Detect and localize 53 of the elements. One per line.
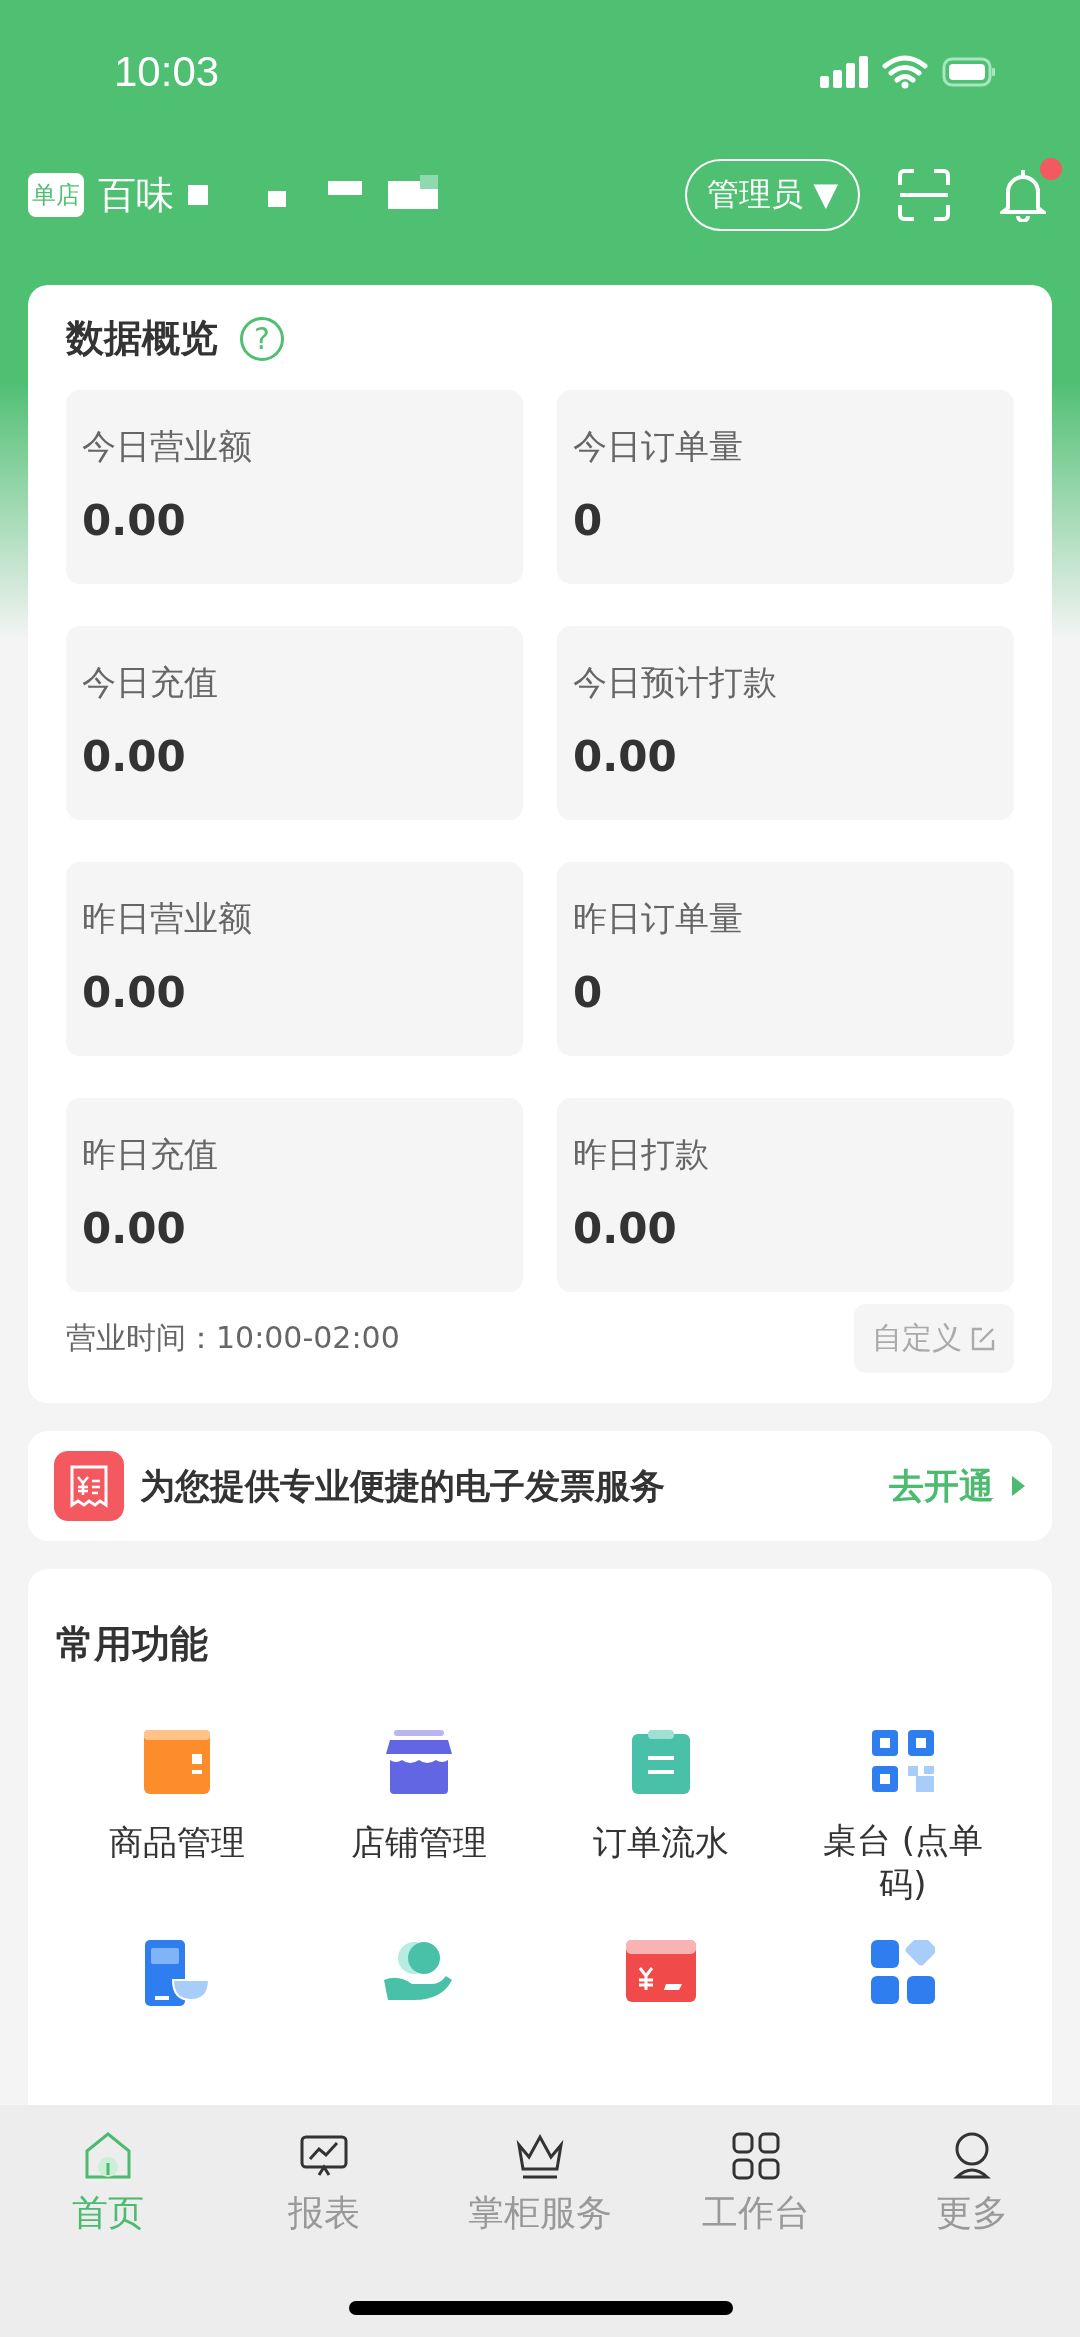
stat-value: 0.00 <box>573 732 677 781</box>
stat-tile[interactable]: 今日营业额 0.00 <box>66 390 523 584</box>
clipboard-icon[interactable] <box>632 1730 690 1794</box>
stat-value: 0.00 <box>82 968 186 1017</box>
stat-tile[interactable]: 昨日订单量 0 <box>557 862 1014 1056</box>
status-time: 10:03 <box>114 48 220 96</box>
stat-label: 今日营业额 <box>82 425 252 468</box>
stat-label: 昨日打款 <box>573 1133 709 1176</box>
business-hours: 营业时间：10:00-02:00 <box>66 1319 400 1357</box>
box-icon[interactable] <box>144 1730 210 1794</box>
store-tag: 单店 <box>28 173 84 217</box>
stat-tile[interactable]: 昨日充值 0.00 <box>66 1098 523 1292</box>
stat-tile[interactable]: 今日订单量 0 <box>557 390 1014 584</box>
stat-label: 昨日营业额 <box>82 897 252 940</box>
stat-value: 0.00 <box>573 1204 677 1253</box>
hand-coin-icon[interactable] <box>384 1940 454 2001</box>
scan-icon[interactable] <box>898 169 950 221</box>
stat-value: 0.00 <box>82 732 186 781</box>
stat-value: 0 <box>573 968 603 1017</box>
phone-bowl-icon[interactable] <box>145 1940 209 2007</box>
function-label[interactable]: 商品管理 <box>92 1820 262 1865</box>
apps-icon[interactable] <box>871 1940 935 2005</box>
banner-text: 为您提供专业便捷的电子发票服务 <box>140 1464 665 1508</box>
stat-tile[interactable]: 今日预计打款 0.00 <box>557 626 1014 820</box>
function-label[interactable]: 订单流水 <box>576 1820 746 1865</box>
notification-icon[interactable] <box>1000 168 1046 222</box>
edit-icon <box>970 1325 996 1352</box>
invoice-banner[interactable]: 为您提供专业便捷的电子发票服务 去开通 <box>28 1431 1052 1541</box>
function-label[interactable]: 店铺管理 <box>334 1820 504 1865</box>
stat-tile[interactable]: 昨日营业额 0.00 <box>66 862 523 1056</box>
invoice-icon <box>54 1451 124 1521</box>
battery-icon <box>942 57 996 87</box>
section-title: 常用功能 <box>56 1621 209 1668</box>
store-icon[interactable] <box>386 1730 452 1794</box>
stat-value: 0.00 <box>82 496 186 545</box>
stat-value: 0.00 <box>82 1204 186 1253</box>
stat-label: 今日订单量 <box>573 425 743 468</box>
wifi-icon <box>882 54 928 90</box>
grid-icon <box>731 2131 781 2181</box>
stat-label: 昨日订单量 <box>573 897 743 940</box>
stat-label: 今日预计打款 <box>573 661 777 704</box>
stat-value: 0 <box>573 496 603 545</box>
section-title: 数据概览 <box>66 315 218 362</box>
stat-label: 昨日充值 <box>82 1133 218 1176</box>
home-icon <box>83 2131 133 2181</box>
yuan-card-icon[interactable] <box>626 1940 696 2003</box>
stat-label: 今日充值 <box>82 661 218 704</box>
qr-code-icon[interactable] <box>872 1730 934 1792</box>
stat-tile[interactable]: 今日充值 0.00 <box>66 626 523 820</box>
stat-tile[interactable]: 昨日打款 0.00 <box>557 1098 1014 1292</box>
function-label[interactable]: 桌台 (点单码) <box>818 1818 988 1907</box>
caret-icon <box>1010 1474 1026 1498</box>
signal-icon <box>820 54 868 90</box>
